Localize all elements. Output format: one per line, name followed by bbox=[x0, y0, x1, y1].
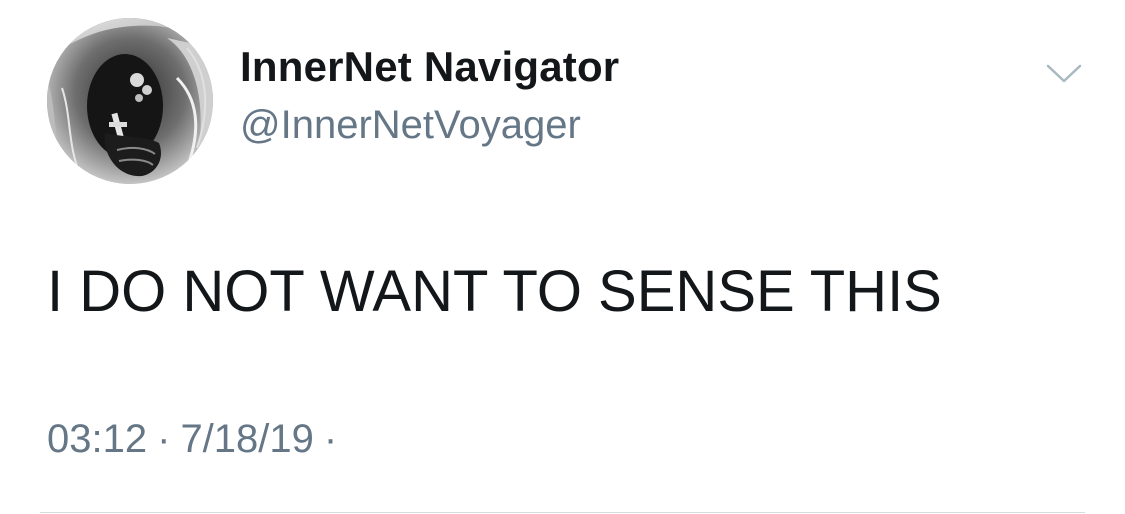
more-options-button[interactable] bbox=[1040, 56, 1088, 92]
inverted-face-avatar-icon bbox=[47, 18, 213, 184]
user-handle[interactable]: @InnerNetVoyager bbox=[240, 103, 581, 148]
avatar[interactable] bbox=[47, 18, 213, 184]
display-name[interactable]: InnerNet Navigator bbox=[240, 43, 619, 91]
tweet-text: I DO NOT WANT TO SENSE THIS bbox=[47, 259, 942, 324]
meta-separator: · bbox=[157, 417, 171, 461]
tweet-card: InnerNet Navigator @InnerNetVoyager I DO… bbox=[0, 0, 1125, 514]
tweet-date: 7/18/19 bbox=[180, 417, 314, 461]
divider bbox=[40, 512, 1085, 513]
tweet-time: 03:12 bbox=[47, 417, 148, 461]
tweet-timestamp[interactable]: 03:12 · 7/18/19 · bbox=[47, 417, 347, 462]
chevron-down-icon bbox=[1046, 64, 1082, 83]
meta-separator-trailing: · bbox=[323, 417, 338, 461]
